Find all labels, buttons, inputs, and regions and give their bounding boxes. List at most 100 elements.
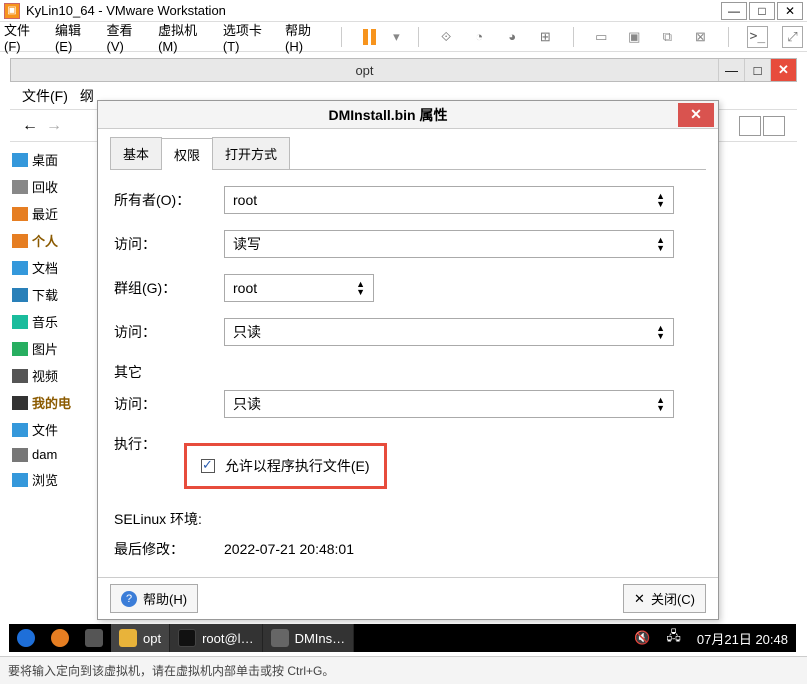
updown-icon: ▲▼ <box>656 324 665 340</box>
dialog-title: DMInstall.bin 属性 <box>98 105 678 125</box>
fullscreen-icon[interactable]: ⤢ <box>782 26 803 48</box>
trash-icon <box>12 180 28 194</box>
guest-minimize-button[interactable]: — <box>718 59 744 81</box>
dialog-footer: ? 帮助(H) ✕ 关闭(C) <box>98 577 718 619</box>
console-icon[interactable]: >_ <box>747 26 768 48</box>
place-browse[interactable]: 浏览 <box>10 466 96 493</box>
vmware-statusbar: 要将输入定向到该虚拟机，请在虚拟机内部单击或按 Ctrl+G。 <box>0 656 807 684</box>
places-sidebar: 桌面回收最近个人文档下载音乐图片视频我的电文件 dam浏览 <box>10 142 96 497</box>
tab-basic[interactable]: 基本 <box>110 137 162 169</box>
close-icon: ✕ <box>634 591 645 607</box>
firefox-button[interactable] <box>43 624 77 652</box>
status-text: 要将输入定向到该虚拟机，请在虚拟机内部单击或按 Ctrl+G。 <box>8 662 334 679</box>
place-label: 图片 <box>32 339 58 358</box>
place-label: 桌面 <box>32 150 58 169</box>
back-button[interactable]: ← <box>22 117 38 135</box>
tab-openwith[interactable]: 打开方式 <box>212 137 290 169</box>
other-section-label: 其它 <box>114 362 702 382</box>
vmware-logo-icon: ▣ <box>4 3 20 19</box>
place-label: 个人 <box>32 231 58 250</box>
owner-label: 所有者(O)： <box>114 190 224 210</box>
place-label: 文档 <box>32 258 58 277</box>
modified-label: 最后修改： <box>114 539 224 559</box>
screen1-icon[interactable]: ▭ <box>592 26 611 48</box>
menu-vm[interactable]: 虚拟机(M) <box>158 20 209 54</box>
place-music[interactable]: 音乐 <box>10 308 96 335</box>
files-icon <box>85 629 103 647</box>
menu-edit[interactable]: 编辑(E) <box>55 20 93 54</box>
menu-view[interactable]: 查看(V) <box>107 20 145 54</box>
browse-icon <box>12 473 28 487</box>
dialog-tabs: 基本 权限 打开方式 <box>110 137 706 170</box>
vmware-title-text: KyLin10_64 - VMware Workstation <box>26 3 226 18</box>
screen3-icon[interactable]: ⧉ <box>658 26 677 48</box>
snapshot2-icon[interactable]: ◕ <box>503 26 522 48</box>
place-trash[interactable]: 回收 <box>10 173 96 200</box>
fm-menu-more[interactable]: 纲 <box>80 86 94 106</box>
place-download[interactable]: 下载 <box>10 281 96 308</box>
snapshot-icon[interactable]: ◔ <box>470 26 489 48</box>
taskbar-app-opt[interactable]: opt <box>111 624 170 652</box>
guest-maximize-button[interactable]: □ <box>744 59 770 81</box>
group-select[interactable]: root ▲▼ <box>224 274 374 302</box>
view-icons-button[interactable] <box>739 116 761 136</box>
updown-icon: ▲▼ <box>356 280 365 296</box>
updown-icon: ▲▼ <box>656 396 665 412</box>
place-label: 文件 <box>32 420 58 439</box>
place-dam[interactable]: dam <box>10 443 96 466</box>
place-label: 音乐 <box>32 312 58 331</box>
start-icon <box>17 629 35 647</box>
gear-icon <box>271 629 289 647</box>
place-computer[interactable]: 我的电 <box>10 389 96 416</box>
screen4-icon[interactable]: ⊠ <box>691 26 710 48</box>
network-icon: 🖧 <box>666 627 681 649</box>
taskbar-clock[interactable]: 07月21日 20:48 <box>689 624 796 652</box>
minimize-button[interactable]: — <box>721 2 747 20</box>
taskbar-app-terminal[interactable]: root@l… <box>170 624 263 652</box>
guest-close-button[interactable]: ✕ <box>770 59 796 81</box>
exec-checkbox[interactable] <box>201 459 215 473</box>
menu-file[interactable]: 文件(F) <box>4 20 41 54</box>
fm-menu-file[interactable]: 文件(F) <box>22 86 68 106</box>
snapshot3-icon[interactable]: ⊞ <box>536 26 555 48</box>
place-doc[interactable]: 文档 <box>10 254 96 281</box>
tray-volume[interactable]: 🔇 <box>626 624 658 652</box>
place-disk[interactable]: 文件 <box>10 416 96 443</box>
place-label: 视频 <box>32 366 58 385</box>
help-button[interactable]: ? 帮助(H) <box>110 584 198 613</box>
vmware-menubar: 文件(F) 编辑(E) 查看(V) 虚拟机(M) 选项卡(T) 帮助(H) ▾ … <box>0 22 807 52</box>
screen2-icon[interactable]: ▣ <box>625 26 644 48</box>
send-icon[interactable]: ⟐ <box>437 26 456 48</box>
place-pictures[interactable]: 图片 <box>10 335 96 362</box>
place-video[interactable]: 视频 <box>10 362 96 389</box>
clock-icon <box>12 207 28 221</box>
dialog-close-button[interactable]: ✕ <box>678 103 714 127</box>
dialog-titlebar: DMInstall.bin 属性 ✕ <box>98 101 718 129</box>
guest-taskbar: opt root@l… DMIns… 🔇 🖧 07月21日 20:48 <box>9 624 796 652</box>
close-dialog-button[interactable]: ✕ 关闭(C) <box>623 584 706 613</box>
pause-icon[interactable] <box>360 26 379 48</box>
files-button[interactable] <box>77 624 111 652</box>
owner-select[interactable]: root ▲▼ <box>224 186 674 214</box>
view-list-button[interactable] <box>763 116 785 136</box>
tab-permissions[interactable]: 权限 <box>161 138 213 170</box>
other-access-select[interactable]: 只读 ▲▼ <box>224 390 674 418</box>
place-home[interactable]: 个人 <box>10 227 96 254</box>
menu-help[interactable]: 帮助(H) <box>285 20 323 54</box>
group-access-select[interactable]: 只读 ▲▼ <box>224 318 674 346</box>
exec-checkbox-label[interactable]: 允许以程序执行文件(E) <box>225 458 370 474</box>
menu-tabs[interactable]: 选项卡(T) <box>223 20 271 54</box>
close-button[interactable]: ✕ <box>777 2 803 20</box>
taskbar-app-dmins[interactable]: DMIns… <box>263 624 355 652</box>
download-icon <box>12 288 28 302</box>
modified-value: 2022-07-21 20:48:01 <box>224 541 354 557</box>
place-desktop[interactable]: 桌面 <box>10 146 96 173</box>
owner-access-select[interactable]: 读写 ▲▼ <box>224 230 674 258</box>
place-clock[interactable]: 最近 <box>10 200 96 227</box>
start-button[interactable] <box>9 624 43 652</box>
forward-button[interactable]: → <box>46 117 62 135</box>
home-icon <box>12 234 28 248</box>
maximize-button[interactable]: □ <box>749 2 775 20</box>
computer-icon <box>12 396 28 410</box>
tray-network[interactable]: 🖧 <box>658 624 689 652</box>
